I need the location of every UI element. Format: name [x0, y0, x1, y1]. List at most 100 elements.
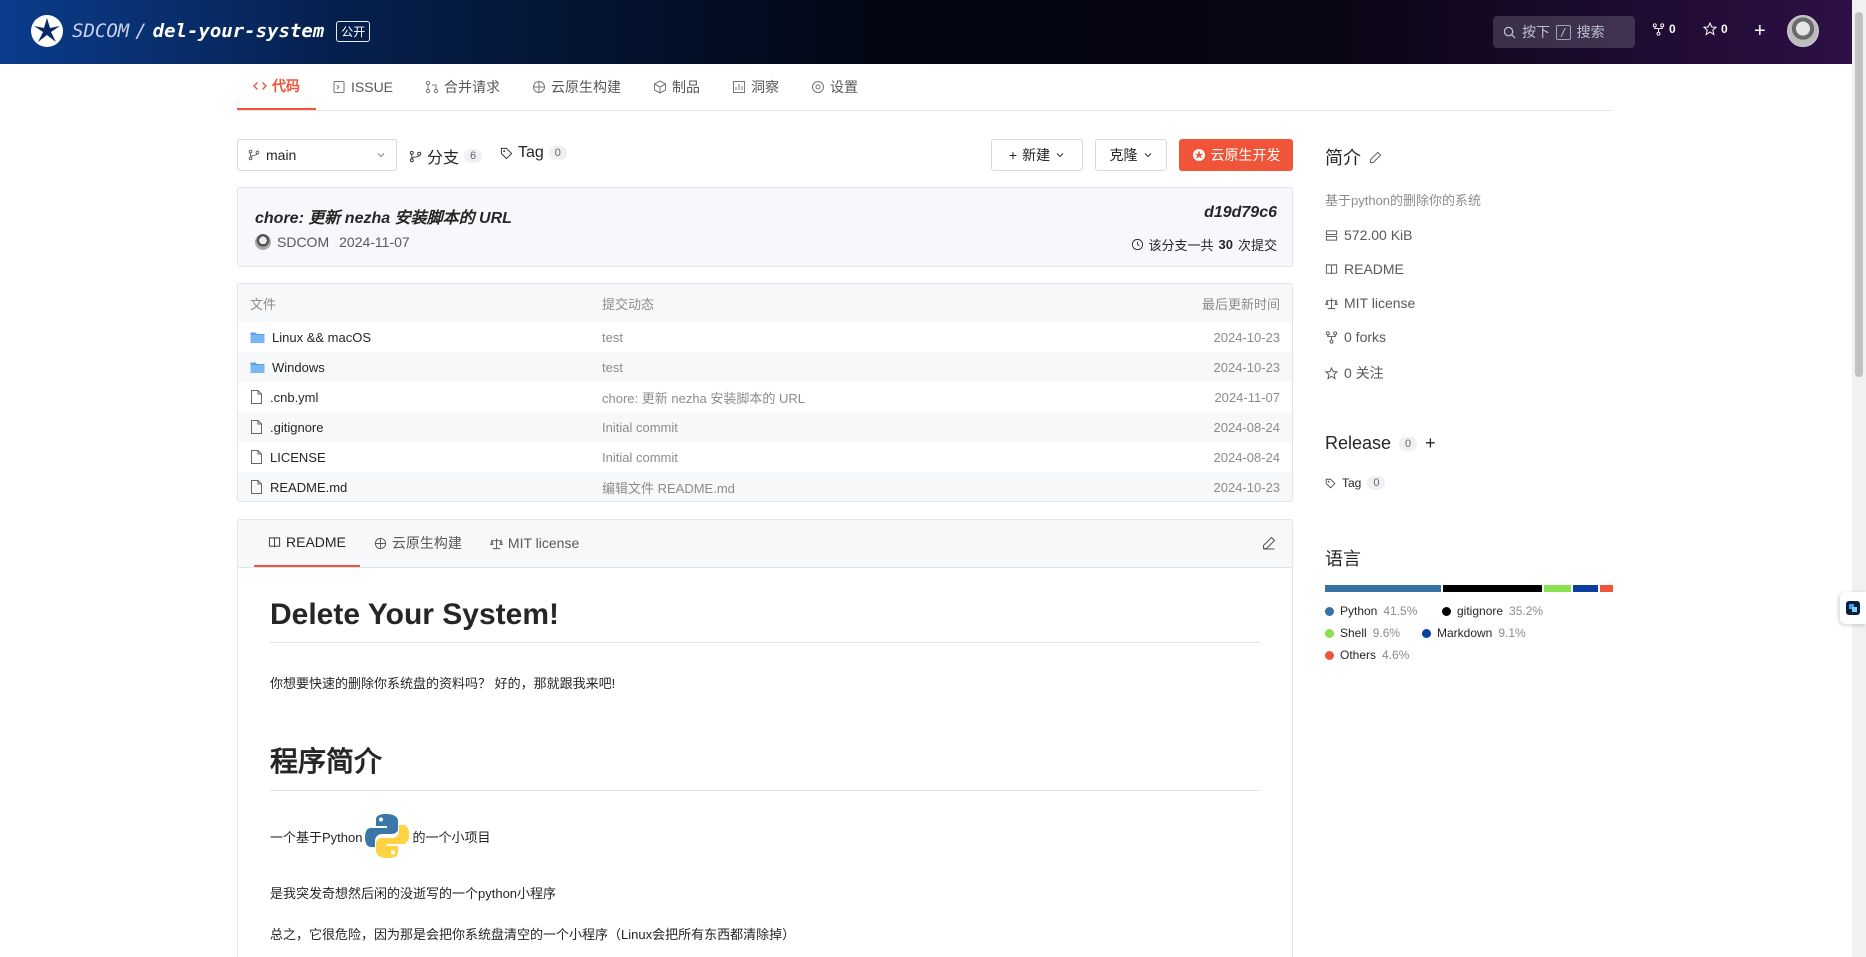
file-commit-message[interactable]: test [602, 360, 1162, 375]
scrollbar-thumb[interactable] [1855, 12, 1863, 377]
author-avatar [255, 234, 271, 250]
tab-pull-requests[interactable]: 合并请求 [409, 63, 516, 110]
cloud-dev-button[interactable]: 云原生开发 [1179, 139, 1293, 171]
file-row[interactable]: LICENSE Initial commit 2024-08-24 [238, 442, 1292, 472]
file-name-cell[interactable]: LICENSE [238, 450, 602, 465]
file-name-cell[interactable]: README.md [238, 480, 602, 495]
tag-icon [500, 147, 513, 159]
tags-count: 0 [548, 146, 567, 160]
file-updated-date: 2024-08-24 [1213, 419, 1281, 435]
file-name-cell[interactable]: .cnb.yml [238, 390, 602, 405]
language-color-dot [1442, 606, 1451, 616]
tab-settings[interactable]: 设置 [795, 63, 874, 110]
page-scrollbar[interactable] [1852, 0, 1866, 957]
tab-code[interactable]: 代码 [237, 63, 316, 110]
tab-license[interactable]: MIT license [476, 519, 593, 567]
tags-link[interactable]: Tag 0 [500, 144, 567, 162]
sidebar-tags-link[interactable]: Tag 0 [1325, 476, 1386, 490]
sidebar-watch-link[interactable]: 0 关注 [1325, 363, 1384, 383]
add-release-plus-icon[interactable]: + [1425, 433, 1436, 454]
branches-link[interactable]: 分支 6 [409, 144, 483, 168]
file-name-cell[interactable]: Linux && macOS [238, 330, 602, 345]
file-name-cell[interactable]: Windows [238, 360, 602, 375]
sidebar-license-link[interactable]: MIT license [1325, 295, 1415, 311]
tab-readme[interactable]: README [254, 519, 360, 567]
author-name[interactable]: SDCOM [277, 234, 329, 250]
repo-name-link[interactable]: del-your-system [153, 20, 325, 42]
insights-icon [733, 80, 746, 93]
readme-panel: README 云原生构建 MIT license Delete Your Sys… [237, 519, 1293, 957]
book-icon [268, 536, 281, 547]
branch-name: main [266, 147, 297, 163]
release-title: Release 0 + [1325, 433, 1436, 454]
repo-breadcrumb: SDCOM / del-your-system 公开 [72, 20, 371, 42]
tab-label: README [286, 534, 346, 550]
user-avatar[interactable] [1787, 15, 1819, 47]
file-name[interactable]: .cnb.yml [270, 390, 318, 405]
clone-button-label: 克隆 [1109, 147, 1138, 163]
file-icon [250, 450, 263, 464]
cloud-dev-icon [1192, 149, 1205, 161]
file-row[interactable]: Windows test 2024-10-23 [238, 352, 1292, 382]
top-header: SDCOM / del-your-system 公开 按下 / 搜索 0 0 + [0, 0, 1852, 64]
commit-history-link[interactable]: 该分支一共 30 次提交 [1131, 235, 1277, 254]
file-updated-date: 2024-10-23 [1213, 329, 1281, 345]
file-name[interactable]: Windows [272, 360, 325, 375]
tab-cloud-build[interactable]: 云原生构建 [516, 63, 637, 110]
stars-button[interactable]: 0 [1703, 22, 1728, 36]
file-commit-message[interactable]: chore: 更新 nezha 安装脚本的 URL [602, 388, 1162, 407]
star-icon [1325, 366, 1338, 380]
readme-paragraph: 是我突发奇想然后闲的没逝写的一个python小程序 [270, 886, 557, 901]
language-legend-item: Shell 9.6% [1325, 626, 1400, 640]
branch-select[interactable]: main [237, 139, 397, 171]
file-row[interactable]: Linux && macOS test 2024-10-23 [238, 322, 1292, 352]
file-name[interactable]: README.md [270, 480, 347, 495]
language-name: Others [1340, 648, 1377, 662]
build-icon [533, 80, 546, 93]
search-hint-label: 搜索 [1576, 24, 1605, 40]
branches-count: 6 [464, 149, 483, 163]
file-name-cell[interactable]: .gitignore [238, 420, 602, 435]
search-icon [1503, 26, 1516, 39]
tab-readme-build[interactable]: 云原生构建 [360, 519, 476, 567]
forks-button[interactable]: 0 [1652, 22, 1676, 36]
file-row[interactable]: .gitignore Initial commit 2024-08-24 [238, 412, 1292, 442]
clone-button[interactable]: 克隆 [1095, 139, 1167, 171]
new-button[interactable]: + 新建 [991, 139, 1083, 171]
readme-paragraph: 你想要快速的删除你系统盘的资料吗？ 好的，那就跟我来吧! [270, 676, 616, 691]
cnb-logo-icon[interactable] [30, 14, 64, 48]
file-commit-message[interactable]: Initial commit [602, 450, 1162, 465]
tags-label: Tag [518, 144, 544, 161]
create-plus-icon[interactable]: + [1754, 20, 1766, 43]
language-legend-item: Markdown 9.1% [1422, 626, 1526, 640]
commit-hash[interactable]: d19d79c6 [1204, 204, 1277, 222]
tab-issue[interactable]: ISSUE [316, 63, 409, 110]
sidebar-forks-link[interactable]: 0 forks [1325, 329, 1386, 345]
edit-icon[interactable] [1262, 536, 1276, 550]
tab-packages[interactable]: 制品 [637, 63, 716, 110]
forks-count: 0 [1669, 22, 1676, 36]
file-commit-message[interactable]: test [602, 330, 1162, 345]
file-row[interactable]: .cnb.yml chore: 更新 nezha 安装脚本的 URL 2024-11… [238, 382, 1292, 412]
tab-label: 代码 [272, 77, 300, 94]
star-icon [1703, 22, 1717, 36]
file-commit-message[interactable]: 编辑文件 README.md [602, 478, 1162, 497]
tab-insights[interactable]: 洞察 [716, 63, 795, 110]
file-row[interactable]: README.md 编辑文件 README.md 2024-10-23 [238, 472, 1292, 501]
global-search[interactable]: 按下 / 搜索 [1493, 16, 1635, 48]
edit-icon[interactable] [1369, 151, 1382, 164]
file-commit-message[interactable]: Initial commit [602, 420, 1162, 435]
commit-date: 2024-11-07 [339, 234, 410, 250]
folder-icon [250, 331, 265, 344]
tab-label: MIT license [507, 535, 580, 551]
floating-assistant-button[interactable] [1840, 592, 1866, 624]
sidebar-tag-label: Tag [1342, 476, 1362, 490]
issue-icon [333, 80, 345, 93]
file-name[interactable]: .gitignore [270, 420, 323, 435]
commit-message[interactable]: chore: 更新 nezha 安装脚本的 URL [255, 204, 512, 228]
sidebar-readme-link[interactable]: README [1325, 261, 1404, 277]
file-name[interactable]: LICENSE [270, 450, 326, 465]
language-name: gitignore [1457, 604, 1504, 618]
org-link[interactable]: SDCOM [72, 20, 129, 42]
file-name[interactable]: Linux && macOS [272, 330, 371, 345]
